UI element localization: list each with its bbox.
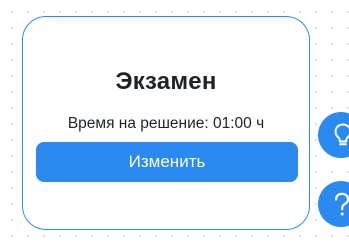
lightbulb-icon: [332, 122, 349, 148]
exam-title: Экзамен: [115, 68, 217, 95]
exam-card: Экзамен Время на решение: 01:00 ч Измени…: [22, 16, 310, 230]
hint-button[interactable]: [318, 112, 349, 158]
help-button[interactable]: [318, 181, 349, 227]
question-mark-icon: [332, 191, 349, 217]
edit-button[interactable]: Изменить: [36, 142, 298, 182]
exam-time-label: Время на решение: 01:00 ч: [67, 115, 265, 132]
